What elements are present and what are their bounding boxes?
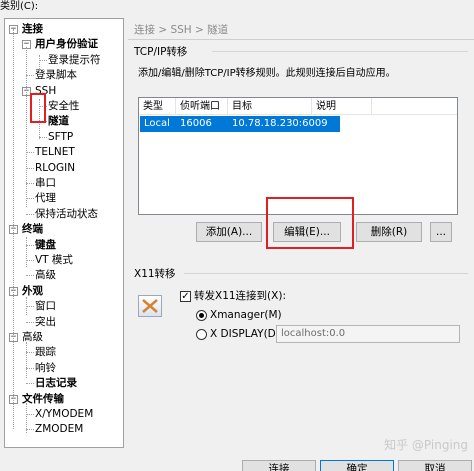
tree-item[interactable]: 串口 bbox=[35, 176, 56, 190]
cell-note bbox=[312, 116, 316, 132]
tree-connector bbox=[26, 383, 34, 385]
tree-item[interactable]: 日志记录 bbox=[35, 376, 77, 390]
add-button[interactable]: 添加(A)... bbox=[196, 222, 262, 242]
col-note[interactable]: 说明 bbox=[312, 98, 372, 115]
xmanager-radio[interactable] bbox=[196, 310, 207, 321]
breadcrumb: 连接 > SSH > 隧道 bbox=[134, 24, 229, 36]
category-tree[interactable]: − 连接 − 用户身份验证 登录提示符 登录脚本 − SSH 安全性 隧道 SFTP TELNET RL… bbox=[4, 18, 124, 448]
highlight-edit-button bbox=[266, 197, 354, 249]
cancel-button[interactable]: 取消 bbox=[398, 460, 472, 471]
tree-item[interactable]: 安全性 bbox=[48, 99, 80, 113]
tree-connector bbox=[26, 275, 34, 277]
tree-connector bbox=[26, 167, 34, 169]
tree-item[interactable]: 键盘 bbox=[35, 238, 56, 252]
tree-item[interactable]: ZMODEM bbox=[35, 422, 83, 436]
tree-item[interactable]: 代理 bbox=[35, 191, 56, 205]
tree-item[interactable]: 窗口 bbox=[35, 299, 56, 313]
tree-connector bbox=[26, 429, 34, 431]
tcpip-group-label: TCP/IP转移 bbox=[134, 46, 188, 58]
col-target[interactable]: 目标 bbox=[228, 98, 312, 115]
tree-item[interactable]: SFTP bbox=[48, 130, 73, 144]
tree-connector bbox=[26, 152, 34, 154]
tree-guide bbox=[26, 342, 27, 378]
tree-item[interactable]: X/YMODEM bbox=[35, 407, 93, 421]
cell-type: Local bbox=[144, 118, 170, 129]
tree-connector bbox=[26, 260, 34, 261]
tree-connector bbox=[26, 244, 34, 246]
tree-connector bbox=[26, 183, 34, 184]
tree-item[interactable]: 保持活动状态 bbox=[35, 207, 98, 221]
tree-item[interactable]: 响铃 bbox=[35, 361, 56, 375]
tree-connector bbox=[26, 367, 34, 369]
tree-connector bbox=[26, 75, 34, 77]
tree-guide bbox=[26, 403, 27, 433]
xdisplay-label: X DISPLAY(D): bbox=[210, 328, 284, 340]
tree-item[interactable]: 隧道 bbox=[48, 114, 69, 128]
xmanager-logo-icon bbox=[142, 299, 158, 313]
tree-item[interactable]: 用户身份验证 bbox=[35, 37, 98, 51]
col-port[interactable]: 侦听端口 bbox=[176, 98, 228, 115]
x11-group-line bbox=[184, 273, 468, 274]
x11-group-label: X11转移 bbox=[134, 268, 176, 280]
tree-guide bbox=[13, 29, 14, 429]
tree-item[interactable]: 文件传输 bbox=[22, 392, 64, 406]
cell-port: 16006 bbox=[180, 118, 212, 129]
tree-item[interactable]: 终端 bbox=[22, 222, 43, 236]
xdisplay-radio[interactable] bbox=[196, 329, 207, 340]
forward-x11-label: 转发X11连接到(X): bbox=[194, 290, 286, 302]
more-button[interactable]: ... bbox=[430, 222, 452, 242]
highlight-tunnel-node bbox=[30, 93, 46, 123]
col-type[interactable]: 类型 bbox=[139, 98, 176, 115]
connect-button[interactable]: 连接 bbox=[242, 460, 316, 471]
tree-connector bbox=[26, 352, 34, 354]
tree-guide bbox=[26, 47, 27, 207]
tree-connector bbox=[26, 306, 34, 308]
tree-connector bbox=[26, 198, 34, 200]
tree-item[interactable]: 突出 bbox=[35, 315, 56, 329]
xmanager-label: Xmanager(M) bbox=[210, 309, 282, 321]
tree-guide bbox=[26, 237, 27, 267]
xmanager-icon bbox=[138, 295, 162, 317]
tcpip-description: 添加/编辑/删除TCP/IP转移规则。此规则连接后自动应用。 bbox=[138, 68, 396, 79]
tree-connector bbox=[39, 136, 47, 138]
tree-item[interactable]: TELNET bbox=[35, 145, 75, 159]
forward-x11-checkbox[interactable]: ✓ bbox=[180, 291, 191, 302]
tree-item[interactable]: 连接 bbox=[22, 22, 43, 36]
tcpip-group-line bbox=[212, 51, 468, 52]
tree-item[interactable]: 外观 bbox=[22, 284, 43, 298]
tunnel-list-header: 类型 侦听端口 目标 说明 bbox=[139, 98, 457, 115]
tree-guide bbox=[26, 297, 27, 315]
tree-guide bbox=[39, 55, 40, 73]
tree-item[interactable]: 登录脚本 bbox=[35, 68, 77, 82]
tree-connector bbox=[26, 321, 34, 323]
tree-connector bbox=[39, 59, 47, 61]
tree-connector bbox=[26, 414, 34, 415]
ok-button[interactable]: 确定 bbox=[320, 460, 394, 471]
tree-item[interactable]: 高级 bbox=[35, 268, 56, 282]
xdisplay-input[interactable]: localhost:0.0 bbox=[276, 325, 460, 343]
watermark: 知乎 @Pinging bbox=[384, 438, 468, 452]
category-label: 类别(C): bbox=[0, 1, 39, 12]
delete-button[interactable]: 删除(R) bbox=[356, 222, 422, 242]
tree-item[interactable]: 登录提示符 bbox=[48, 53, 101, 67]
tree-item[interactable]: VT 模式 bbox=[35, 253, 73, 267]
tree-item[interactable]: RLOGIN bbox=[35, 161, 75, 175]
table-row[interactable]: Local 16006 10.78.18.230:6009 bbox=[140, 116, 340, 132]
tree-item[interactable]: 跟踪 bbox=[35, 345, 56, 359]
tree-connector bbox=[26, 213, 34, 215]
